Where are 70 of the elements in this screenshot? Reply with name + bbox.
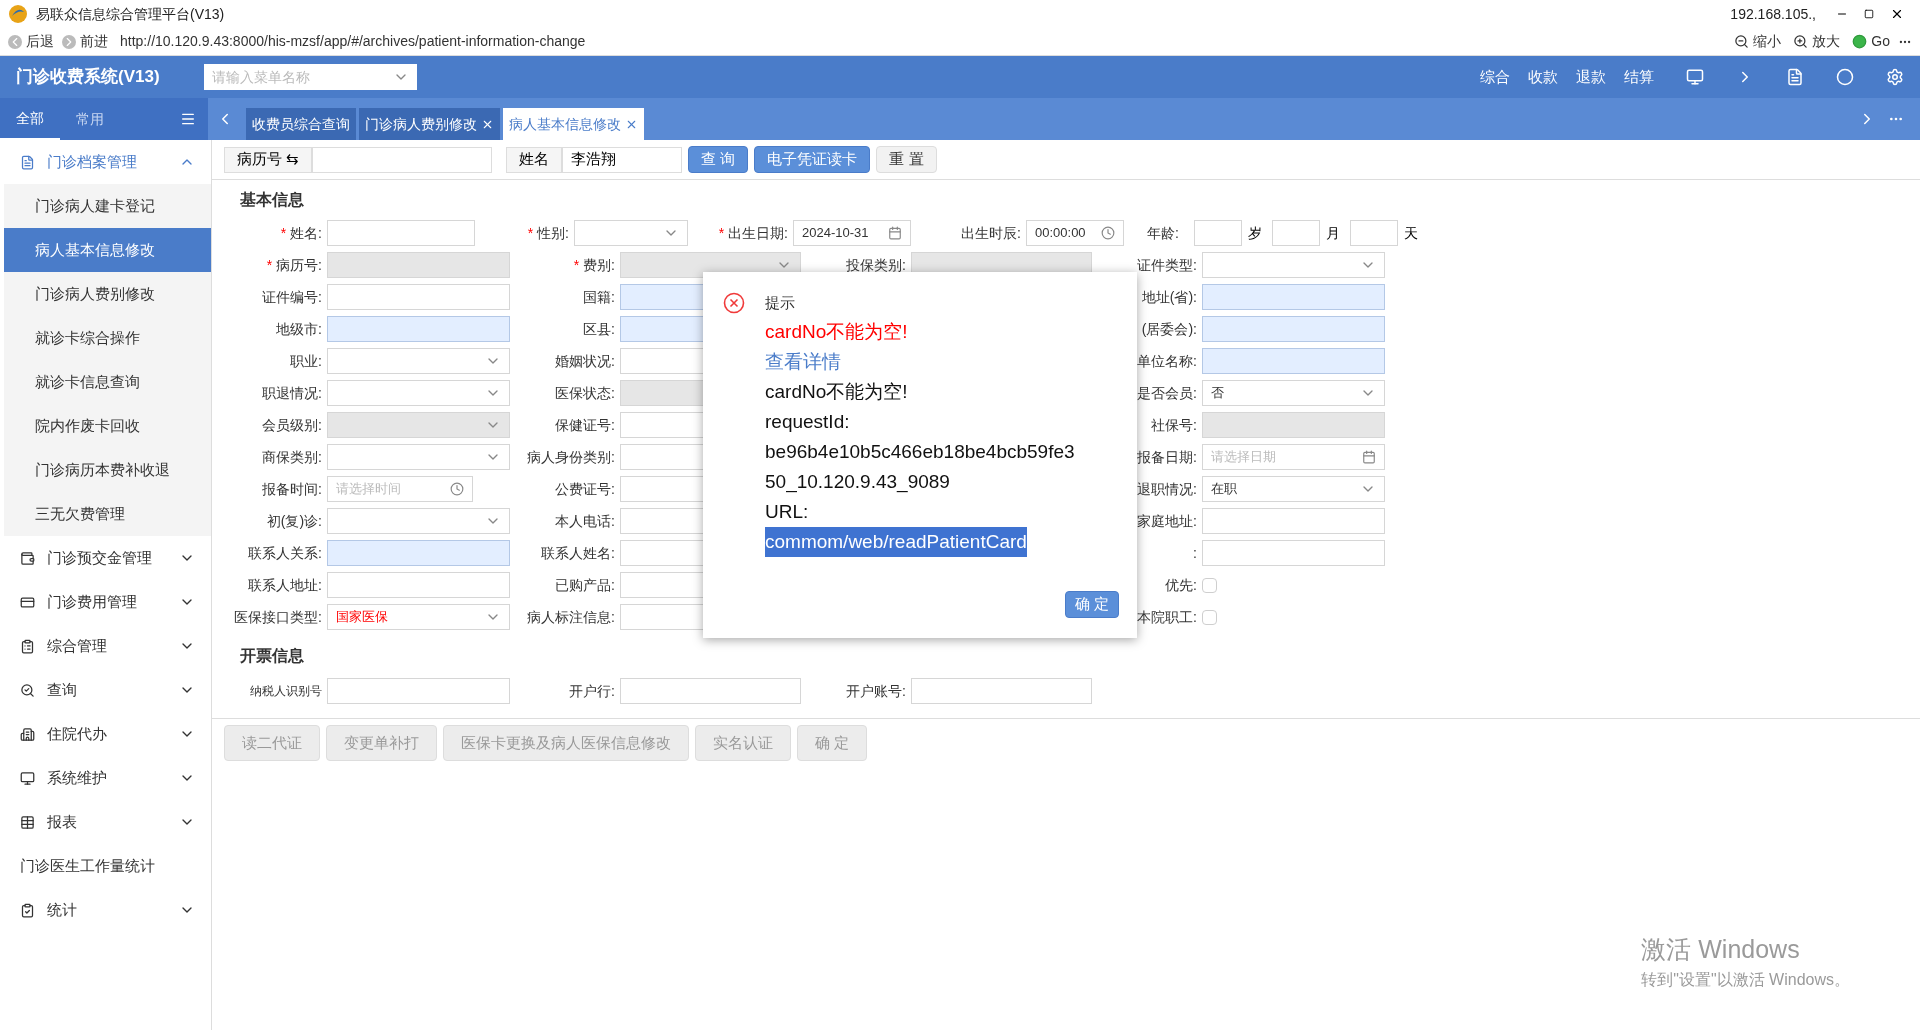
field-label: 联系人地址: [248,575,322,595]
required-mark: * [280,223,287,243]
detail-line: 50_10.120.9.43_9089 [765,469,950,495]
field-label: 地址(省): [1141,287,1197,307]
required-mark: * [718,223,725,243]
required-mark: * [573,255,580,275]
record-label: 病历号 ⇆ [224,146,313,173]
field-label: 退职情况: [1137,479,1197,499]
detail-line: cardNo不能为空! [765,379,908,404]
dialog-title: 提示 [765,293,795,313]
activation-text: 转到"设置"以激活 Windows。 [1641,970,1850,990]
field-label: 婚姻状况: [555,351,615,371]
field-label: 纳税人识别号 [250,683,322,700]
field-label: 证件类型: [1137,255,1197,275]
field-label: (居委会): [1141,319,1197,339]
field-label: 区县: [583,319,615,339]
error-message: cardNo不能为空! [765,319,908,344]
field-label: 开户行: [569,681,615,701]
unit-label: 天 [1404,223,1418,243]
field-label: 医保状态: [555,383,615,403]
window-title: 易联众信息综合管理平台(V13) [36,4,225,24]
activation-title: 激活 Windows [1641,933,1801,965]
field-label: 社保号: [1151,415,1197,435]
field-label: 职业: [290,351,322,371]
field-label: 姓名: [290,223,322,243]
field-label: 公费证号: [555,479,615,499]
field-label: 初(复)诊: [266,511,322,531]
field-label: 商保类别: [262,447,322,467]
section-title: 基本信息 [240,191,304,208]
field-label: 投保类别: [846,255,906,275]
field-label: 是否会员: [1137,383,1197,403]
field-label: 年龄: [1147,223,1179,243]
field-label: 报备时间: [262,479,322,499]
required-mark: * [527,223,534,243]
field-label: 保健证号: [555,415,615,435]
field-label: 开户账号: [846,681,906,701]
detail-line: requestId: [765,409,850,434]
field-label: 费别: [583,255,615,275]
field-label: 病人标注信息: [527,607,615,627]
field-label: 病人身份类别: [527,447,615,467]
field-label: 出生时辰: [961,223,1021,243]
app-title: 门诊收费系统(V13) [16,66,161,89]
field-label: 优先: [1165,575,1197,595]
required-mark: * [266,255,273,275]
field-label: 地级市: [276,319,322,339]
field-label: 职退情况: [262,383,322,403]
field-label: 家庭地址: [1137,511,1197,531]
field-label: 单位名称: [1137,351,1197,371]
field-label: 出生日期: [728,223,788,243]
field-label: : [1193,543,1197,563]
unit-label: 岁 [1248,223,1262,243]
field-label: 联系人关系: [248,543,322,563]
unit-label: 月 [1326,223,1340,243]
field-label: 医保接口类型: [234,607,322,627]
field-label: 国籍: [583,287,615,307]
field-label: 联系人姓名: [541,543,615,563]
field-label: 性别: [537,223,569,243]
field-label: 会员级别: [262,415,322,435]
server-address: 192.168.105., [1730,4,1816,24]
selected-text: commom/web/readPatientCard [765,526,1027,557]
field-label: 证件编号: [262,287,322,307]
field-label: 报备日期: [1137,447,1197,467]
field-label: 本人电话: [555,511,615,531]
detail-line: be96b4e10b5c466eb18be4bcb59fe3 [765,439,1075,464]
detail-line: URL: [765,499,809,524]
field-label: 病历号: [276,255,322,275]
field-label: 已购产品: [555,575,615,595]
section-title: 开票信息 [240,647,304,664]
name-label: 姓名 [506,146,563,173]
field-label: 本院职工: [1137,607,1197,627]
